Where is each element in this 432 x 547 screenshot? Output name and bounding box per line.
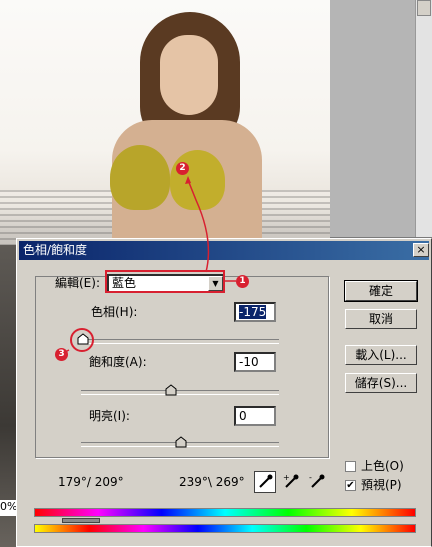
callout-badge-2: 2 [176, 162, 189, 175]
annotation-overlay [64, 176, 236, 353]
callout-badge-1: 1 [236, 275, 249, 288]
callout-badge-3: 3 [55, 348, 68, 361]
